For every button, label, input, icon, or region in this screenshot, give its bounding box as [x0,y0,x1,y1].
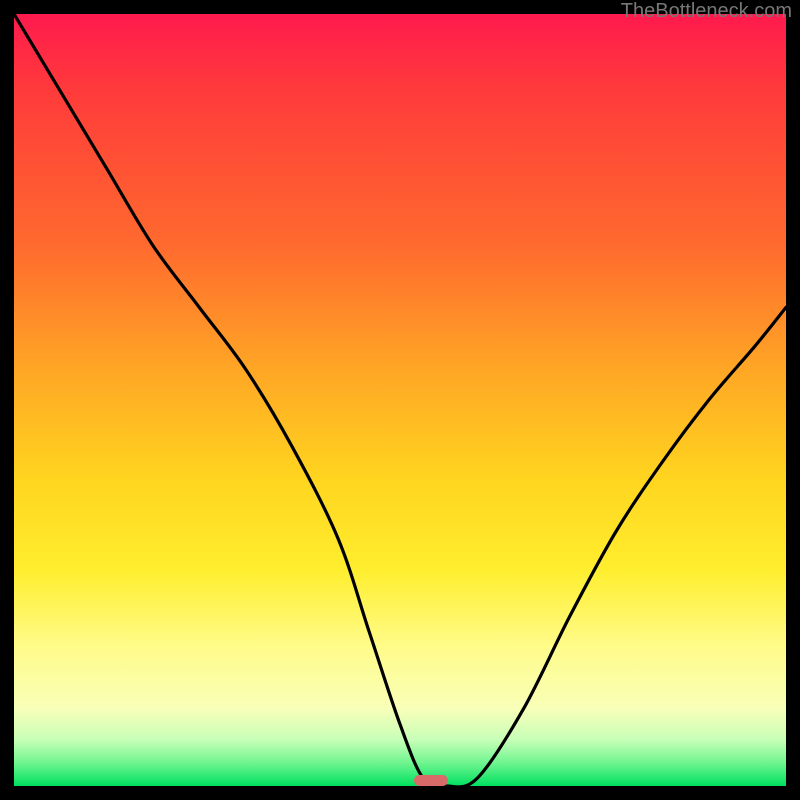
plot-area [14,14,786,786]
chart-container: TheBottleneck.com [0,0,800,800]
optimal-marker [414,775,449,786]
bottleneck-curve [14,14,786,786]
watermark-text: TheBottleneck.com [621,0,792,23]
